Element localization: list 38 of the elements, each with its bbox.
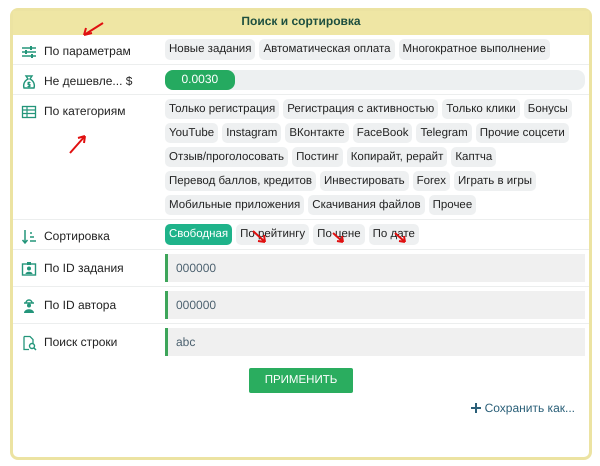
filter-chip[interactable]: По цене: [313, 224, 365, 245]
filter-chip[interactable]: ВКонтакте: [285, 122, 349, 143]
filter-chip[interactable]: Бонусы: [524, 98, 572, 119]
filter-chip[interactable]: Прочие соцсети: [476, 122, 569, 143]
input-field[interactable]: 000000: [165, 290, 585, 319]
filter-chip[interactable]: Копирайт, рерайт: [346, 146, 448, 167]
row-label: По ID задания: [44, 260, 124, 276]
filter-chip[interactable]: По рейтингу: [236, 224, 310, 245]
filter-chip[interactable]: Новые задания: [165, 38, 256, 60]
filter-chip[interactable]: Автоматическая оплата: [259, 38, 395, 60]
filter-chip[interactable]: Играть в игры: [454, 170, 536, 191]
filter-chip[interactable]: Постинг: [292, 146, 343, 167]
filter-chip[interactable]: Регистрация с активностью: [283, 98, 438, 119]
filter-chip[interactable]: FaceBook: [352, 122, 412, 143]
filter-chip[interactable]: Instagram: [222, 122, 282, 143]
row-label: Не дешевле... $: [44, 74, 132, 90]
filter-chip[interactable]: Только клики: [442, 98, 520, 119]
filter-chip[interactable]: Forex: [412, 170, 450, 191]
panel-title: Поиск и сортировка: [13, 11, 589, 35]
filter-chip[interactable]: Многократное выполнение: [398, 38, 550, 60]
filter-chip[interactable]: Скачивания файлов: [308, 194, 425, 215]
row-label: Поиск строки: [44, 334, 118, 350]
filter-chip[interactable]: Только регистрация: [165, 98, 280, 119]
row-label: По параметрам: [44, 44, 131, 60]
row-label: По категориям: [44, 104, 126, 120]
input-field[interactable]: abc: [165, 328, 585, 356]
filter-chip[interactable]: Telegram: [416, 122, 472, 143]
filter-chip[interactable]: Перевод баллов, кредитов: [165, 170, 316, 191]
filter-chip[interactable]: YouTube: [165, 122, 218, 143]
filter-chip[interactable]: Каптча: [451, 146, 496, 167]
filter-chip[interactable]: Инвестировать: [320, 170, 409, 191]
row-label: По ID автора: [44, 298, 116, 314]
filter-chip[interactable]: Прочее: [428, 194, 476, 215]
save-as-link[interactable]: Сохранить как...: [484, 400, 575, 416]
row-label: Сортировка: [44, 228, 110, 244]
input-field[interactable]: 000000: [165, 254, 585, 282]
filter-chip[interactable]: Отзыв/проголосовать: [165, 146, 288, 167]
filter-chip[interactable]: Мобильные приложения: [165, 194, 304, 215]
